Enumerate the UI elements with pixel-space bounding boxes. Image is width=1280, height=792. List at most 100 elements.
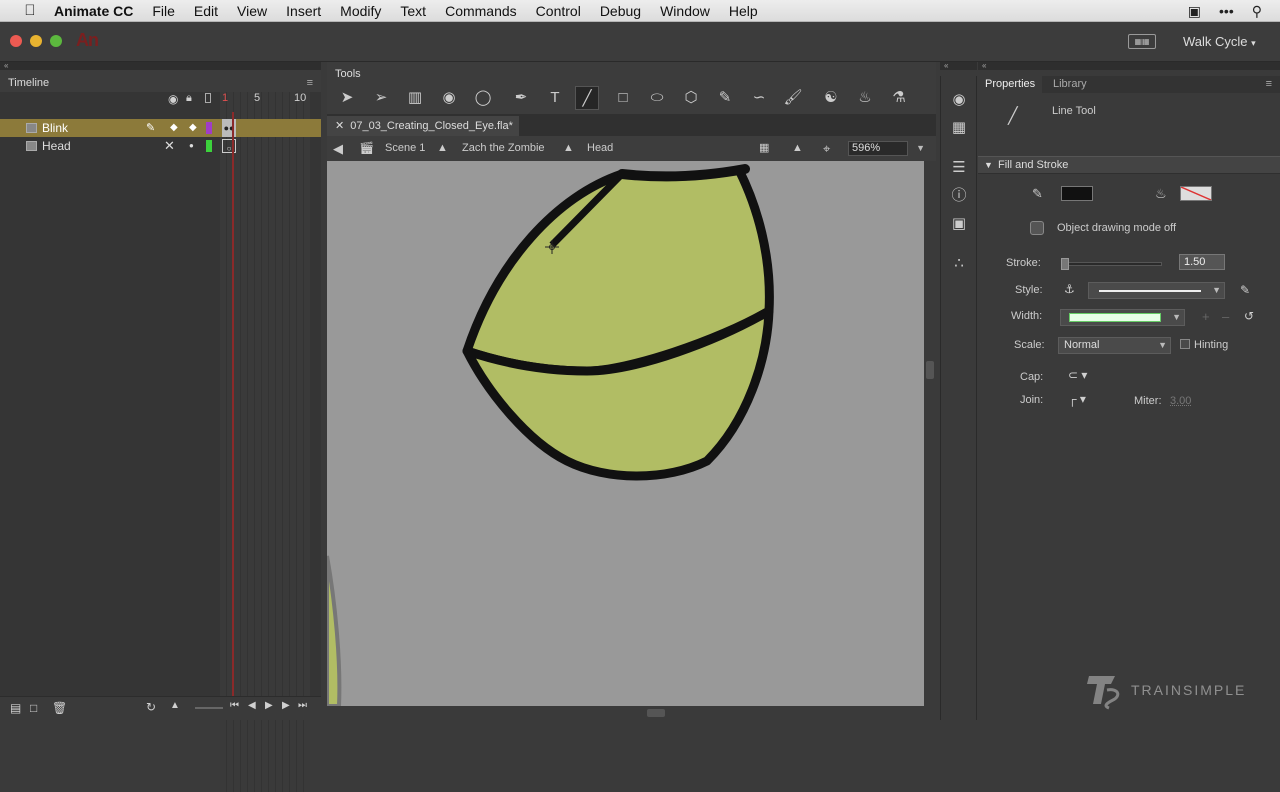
pen-tool-icon[interactable]: ✒ <box>509 86 533 110</box>
workspace-switcher[interactable]: Walk Cycle ▾ <box>1183 34 1256 49</box>
timeline-slider[interactable] <box>195 707 223 709</box>
menu-edit[interactable]: Edit <box>194 3 218 19</box>
join-style-dropdown[interactable]: ┌ ▾ <box>1068 392 1086 406</box>
menu-help[interactable]: Help <box>729 3 758 19</box>
style-dropdown[interactable]: ▼ <box>1088 282 1225 299</box>
menu-control[interactable]: Control <box>536 3 581 19</box>
selection-tool-icon[interactable]: ➤ <box>335 86 359 110</box>
layer-blink[interactable]: Blink ✎ ◆ ◆ ●● <box>0 119 321 137</box>
align-icon[interactable]: ☰ <box>949 158 969 178</box>
step-back-icon[interactable]: ◀ <box>248 700 256 711</box>
chevron-down-icon[interactable]: ▼ <box>916 142 925 155</box>
menu-app-name[interactable]: Animate CC <box>54 3 133 19</box>
hidden-x-icon[interactable]: ✕ <box>164 137 175 155</box>
stroke-color-swatch[interactable] <box>1061 186 1093 201</box>
transform-icon[interactable]: ▣ <box>949 214 969 234</box>
text-tool-icon[interactable]: T <box>543 86 567 110</box>
eyedropper-tool-icon[interactable]: ⚗ <box>887 86 911 110</box>
close-window-button[interactable] <box>10 35 22 47</box>
spotlight-search-icon[interactable]: ⚲ <box>1252 3 1262 20</box>
layer-color-swatch[interactable] <box>206 122 212 134</box>
polystar-tool-icon[interactable]: ⬡ <box>679 86 703 110</box>
document-tab[interactable]: ✕ 07_03_Creating_Closed_Eye.fla* <box>327 116 519 136</box>
oval-tool-icon[interactable]: ⬭ <box>645 86 669 110</box>
add-width-icon[interactable]: + <box>1202 309 1210 324</box>
lasso-tool-icon[interactable]: ◯ <box>471 86 495 110</box>
menu-commands[interactable]: Commands <box>445 3 517 19</box>
delete-layer-icon[interactable]: 🗑︎ <box>52 701 67 715</box>
menu-insert[interactable]: Insert <box>286 3 321 19</box>
horizontal-scrollbar[interactable] <box>327 706 924 720</box>
play-icon[interactable]: ▶ <box>265 700 273 711</box>
layer-color-swatch[interactable] <box>206 140 212 152</box>
line-tool-icon[interactable]: ╱ <box>575 86 599 110</box>
swatches-icon[interactable]: ▦ <box>949 118 969 138</box>
edit-stroke-style-icon[interactable]: ⚓ <box>1064 282 1075 296</box>
stroke-slider[interactable] <box>1061 258 1162 270</box>
stage[interactable] <box>327 161 924 706</box>
width-profile-dropdown[interactable]: ▼ <box>1060 309 1185 326</box>
iconbar-collapse-bar[interactable]: « <box>940 62 977 70</box>
playhead[interactable] <box>232 112 234 706</box>
layer-name[interactable]: Blink <box>42 119 68 137</box>
close-tab-icon[interactable]: ✕ <box>335 120 344 132</box>
subselection-tool-icon[interactable]: ➢ <box>369 86 393 110</box>
panel-menu-icon[interactable]: ≡ <box>1266 78 1272 90</box>
motion-presets-icon[interactable]: ∴ <box>949 254 969 274</box>
paint-bucket-tool-icon[interactable]: ♨ <box>853 86 877 110</box>
timeline-tab[interactable]: Timeline ≡ <box>0 70 321 92</box>
stroke-style-pencil-icon[interactable]: ✎ <box>1240 283 1250 297</box>
minimize-window-button[interactable] <box>30 35 42 47</box>
color-panel-icon[interactable]: ◉ <box>949 90 969 110</box>
properties-collapse-bar[interactable]: « <box>978 62 1280 70</box>
breadcrumb-head[interactable]: Head <box>587 136 613 161</box>
new-layer-icon[interactable]: ▤ <box>10 701 21 715</box>
remove-width-icon[interactable]: – <box>1222 309 1229 324</box>
zoom-field[interactable]: 596% ▼ <box>848 141 925 156</box>
back-arrow-icon[interactable]: ◀ <box>333 136 343 161</box>
menu-window[interactable]: Window <box>660 3 710 19</box>
menu-debug[interactable]: Debug <box>600 3 641 19</box>
center-stage-icon[interactable]: ⌖ <box>823 136 830 161</box>
3d-rotation-tool-icon[interactable]: ◉ <box>437 86 461 110</box>
eye-icon[interactable]: ◉ <box>168 92 178 106</box>
menu-file[interactable]: File <box>152 3 175 19</box>
step-forward-icon[interactable]: ▶ <box>282 700 290 711</box>
edit-scene-icon[interactable]: ▦ <box>759 136 769 161</box>
first-frame-icon[interactable]: ⏮︎ <box>230 700 239 711</box>
fill-stroke-section-header[interactable]: ▼ Fill and Stroke <box>978 156 1280 174</box>
scroll-thumb[interactable] <box>926 361 934 379</box>
layer-head[interactable]: Head ✕ ● ○ <box>0 137 321 155</box>
miter-value[interactable]: 3.00 <box>1170 395 1191 407</box>
lock-dot[interactable]: ● <box>189 137 194 155</box>
layer-name[interactable]: Head <box>42 137 71 155</box>
menu-text[interactable]: Text <box>400 3 426 19</box>
breadcrumb-scene[interactable]: Scene 1 <box>385 136 425 161</box>
outline-icon[interactable] <box>205 93 211 103</box>
scroll-thumb[interactable] <box>647 709 665 717</box>
reset-width-icon[interactable]: ↺ <box>1244 309 1254 323</box>
rectangle-tool-icon[interactable]: □ <box>611 86 635 110</box>
fill-color-swatch[interactable] <box>1180 186 1212 201</box>
info-icon[interactable]: ⓘ <box>949 186 969 206</box>
tab-properties[interactable]: Properties <box>978 76 1043 93</box>
stroke-width-field[interactable]: 1.50 <box>1179 254 1225 270</box>
bone-tool-icon[interactable]: ☯ <box>819 86 843 110</box>
breadcrumb-symbol[interactable]: Zach the Zombie <box>462 136 545 161</box>
onion-skin-icon[interactable]: ▲ <box>170 700 180 711</box>
lock-icon[interactable]: 🔒︎ <box>186 92 192 105</box>
timeline-collapse-bar[interactable]: « <box>0 62 321 70</box>
more-icon[interactable]: ••• <box>1219 3 1234 19</box>
brush-tool-icon[interactable]: 🖌︎ <box>781 86 805 110</box>
cap-style-dropdown[interactable]: ⊂ ▾ <box>1068 368 1087 382</box>
visibility-dot[interactable]: ◆ <box>170 119 178 137</box>
object-drawing-toggle[interactable] <box>1030 221 1044 235</box>
menu-view[interactable]: View <box>237 3 267 19</box>
free-transform-tool-icon[interactable]: ▥ <box>403 86 427 110</box>
zoom-window-button[interactable] <box>50 35 62 47</box>
vertical-scrollbar[interactable] <box>924 161 936 706</box>
edit-symbols-icon[interactable]: ▲ <box>792 136 803 161</box>
hinting-checkbox[interactable] <box>1180 339 1190 349</box>
slider-thumb[interactable] <box>1061 258 1069 270</box>
scale-dropdown[interactable]: Normal ▼ <box>1058 337 1171 354</box>
